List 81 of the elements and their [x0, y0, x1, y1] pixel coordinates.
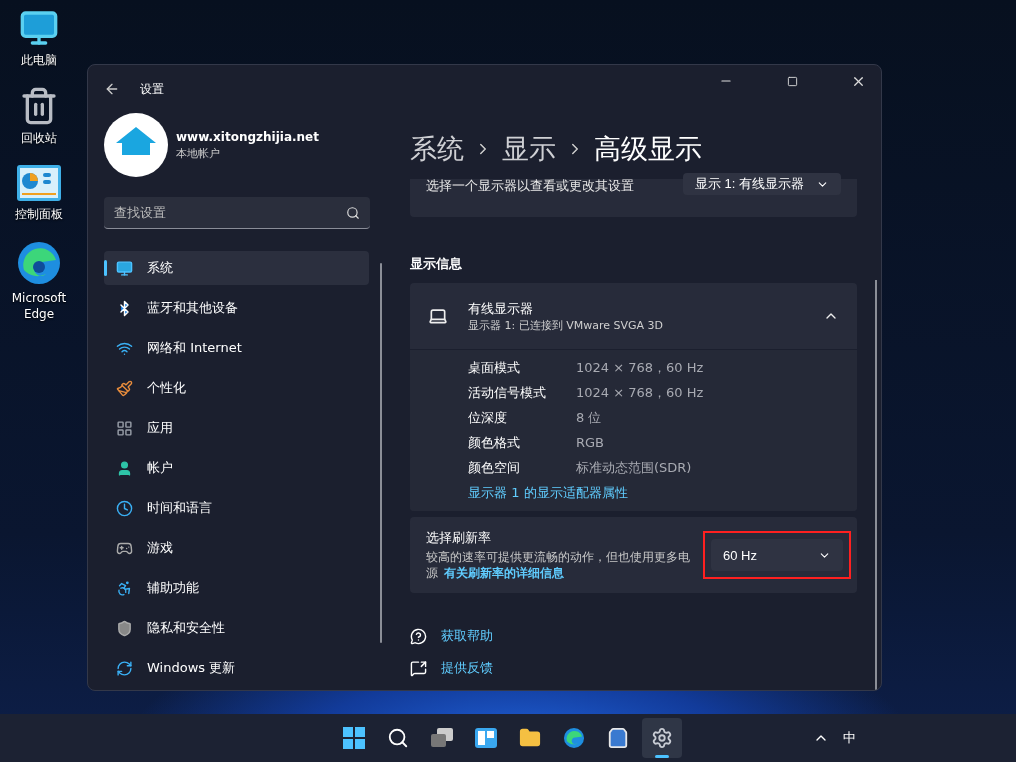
windows-logo-icon [343, 727, 365, 749]
nav-item[interactable]: 时间和语言 [104, 491, 369, 525]
account-type: 本地帐户 [176, 145, 221, 161]
edge-icon [16, 240, 62, 286]
monitor-icon [19, 8, 59, 48]
accessibility-icon [116, 579, 133, 597]
help-link[interactable]: 获取帮助 [410, 627, 857, 645]
account-name: www.xitongzhijia.net [176, 129, 319, 144]
info-value: 8 位 [576, 409, 603, 427]
nav-label: 游戏 [147, 539, 173, 557]
refresh-description: 较高的速率可提供更流畅的动作，但也使用更多电源 有关刷新率的详细信息 [426, 549, 691, 581]
refresh-rate-dropdown[interactable]: 60 Hz [711, 539, 843, 571]
search-icon [346, 206, 360, 220]
nav-label: 隐私和安全性 [147, 619, 225, 637]
control-panel-icon [16, 164, 62, 202]
monitor-icon [116, 259, 133, 277]
info-value: 1024 × 768，60 Hz [576, 359, 705, 377]
folder-icon [519, 727, 541, 749]
maximize-icon [786, 75, 798, 87]
feedback-icon [410, 659, 427, 677]
display-subtitle: 显示器 1: 已连接到 VMware SVGA 3D [468, 317, 664, 333]
nav-label: 蓝牙和其他设备 [147, 299, 238, 317]
display-title: 有线显示器 [468, 299, 534, 318]
brush-icon [116, 379, 133, 397]
nav-item[interactable]: 网络和 Internet [104, 331, 369, 365]
apps-icon [116, 419, 133, 437]
nav-label: 系统 [147, 259, 173, 277]
breadcrumb-item[interactable]: 系统 [410, 131, 464, 167]
refresh-title: 选择刷新率 [426, 529, 492, 547]
nav-label: 个性化 [147, 379, 186, 397]
search-field[interactable]: 查找设置 [104, 197, 370, 229]
info-value: 标准动态范围(SDR) [576, 459, 693, 477]
nav-label: 应用 [147, 419, 173, 437]
nav-item[interactable]: 游戏 [104, 531, 369, 565]
widgets-icon [475, 728, 497, 748]
nav-item[interactable]: 辅助功能 [104, 571, 369, 605]
input-method-indicator[interactable]: 中 [843, 729, 856, 747]
info-value: 1024 × 768，60 Hz [576, 384, 705, 402]
info-value: RGB [576, 434, 606, 452]
nav-label: 辅助功能 [147, 579, 199, 597]
info-label: 位深度 [468, 409, 508, 427]
user-icon [116, 459, 133, 477]
refresh-icon [116, 659, 133, 677]
shield-icon [116, 619, 133, 637]
nav-item[interactable]: 隐私和安全性 [104, 611, 369, 645]
breadcrumb-item: 高级显示 [594, 132, 702, 166]
clock-icon [116, 499, 133, 517]
laptop-icon [428, 306, 448, 326]
nav-label: 网络和 Internet [147, 339, 242, 357]
desktop-icon-label[interactable]: Microsoft Edge [0, 290, 78, 322]
taskbar-button[interactable] [642, 718, 682, 758]
nav-label: 时间和语言 [147, 499, 212, 517]
desktop-icon-label[interactable]: 控制面板 [15, 206, 63, 222]
desktop-icon-label[interactable]: 回收站 [21, 130, 57, 146]
task-view-icon [431, 728, 453, 748]
search-icon [387, 727, 409, 749]
desktop-icon-label[interactable]: 此电脑 [21, 52, 57, 68]
nav-item[interactable]: Windows 更新 [104, 651, 369, 685]
setting-label: 选择一个显示器以查看或更改其设置 [426, 177, 634, 195]
nav-item[interactable]: 帐户 [104, 451, 369, 485]
display-dropdown[interactable]: 显示 1: 有线显示器 [682, 173, 841, 195]
help-icon [410, 627, 427, 645]
nav-item[interactable]: 蓝牙和其他设备 [104, 291, 369, 325]
section-title: 显示信息 [410, 255, 463, 273]
refresh-info-link[interactable]: 有关刷新率的详细信息 [444, 566, 564, 580]
back-icon[interactable] [104, 81, 120, 97]
gear-icon [651, 727, 673, 749]
nav-label: 帐户 [147, 459, 173, 477]
info-label: 桌面模式 [468, 359, 521, 377]
nav-item[interactable]: 系统 [104, 251, 369, 285]
adapter-properties-link[interactable]: 显示器 1 的显示适配器属性 [468, 483, 857, 503]
nav-item[interactable]: 应用 [104, 411, 369, 445]
help-link[interactable]: 提供反馈 [410, 659, 857, 677]
nav-item[interactable]: 个性化 [104, 371, 369, 405]
info-label: 颜色空间 [468, 459, 521, 477]
breadcrumb-item[interactable]: 显示 [502, 131, 556, 167]
info-label: 颜色格式 [468, 434, 521, 452]
edge-icon [563, 727, 585, 749]
info-label: 活动信号模式 [468, 384, 547, 402]
window-title: 设置 [140, 80, 164, 98]
nav-label: Windows 更新 [147, 659, 236, 677]
